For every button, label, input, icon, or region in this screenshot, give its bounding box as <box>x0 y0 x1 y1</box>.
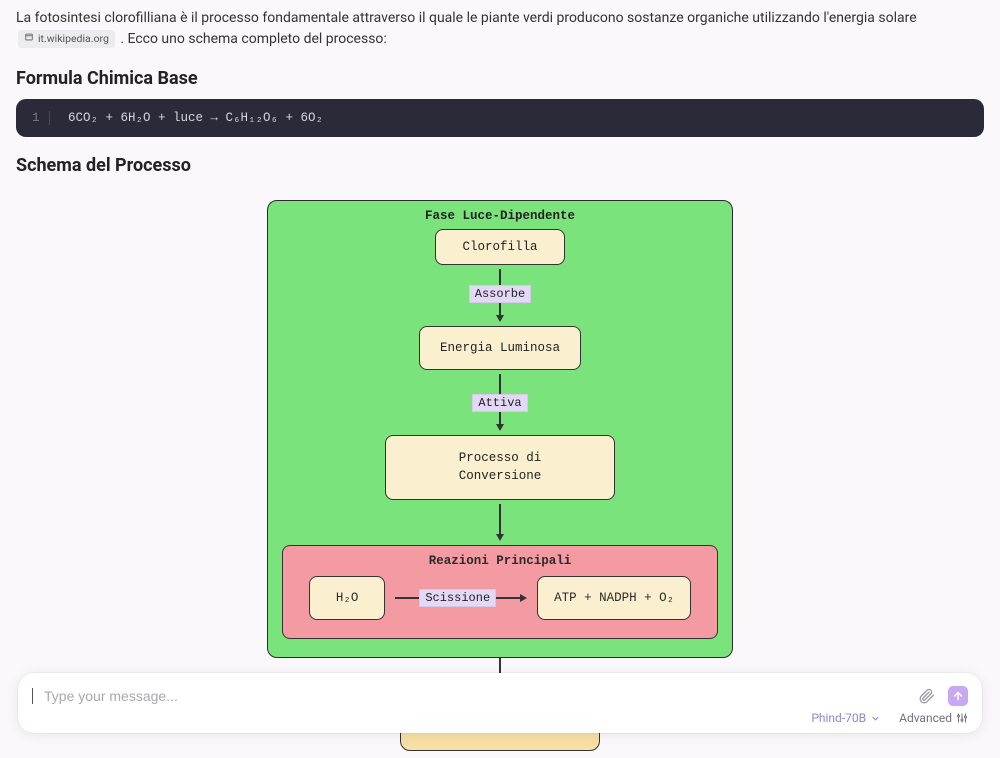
phase-light-dependent: Fase Luce-Dipendente Clorofilla Assorbe … <box>267 200 733 658</box>
edge-activates: Attiva <box>472 394 527 412</box>
arrow-up-icon <box>952 690 964 702</box>
heading-schema: Schema del Processo <box>16 155 984 176</box>
advanced-label: Advanced <box>899 711 952 725</box>
node-conversion: Processo di Conversione <box>385 435 615 500</box>
process-diagram: Fase Luce-Dipendente Clorofilla Assorbe … <box>267 200 733 751</box>
arrow-scission: Scissione <box>395 589 527 607</box>
citation-label: it.wikipedia.org <box>38 31 109 47</box>
message-input-bar: Phind-70B Advanced <box>18 673 982 733</box>
intro-text-after: . Ecco uno schema completo del processo: <box>120 31 386 47</box>
arrow-1: Assorbe <box>282 269 718 322</box>
node-atp-nadph-o2: ATP + NADPH + O₂ <box>537 576 691 620</box>
intro-paragraph: La fotosintesi clorofilliana è il proces… <box>16 8 984 50</box>
phase1-title: Fase Luce-Dipendente <box>282 209 718 223</box>
advanced-button[interactable]: Advanced <box>899 711 968 725</box>
edge-scission: Scissione <box>419 589 496 607</box>
paperclip-icon <box>919 688 935 704</box>
model-selector[interactable]: Phind-70B <box>811 711 881 725</box>
node-light-energy: Energia Luminosa <box>419 326 581 370</box>
attach-button[interactable] <box>916 685 938 707</box>
chevron-down-icon <box>870 713 881 724</box>
reactions-title: Reazioni Principali <box>307 554 693 568</box>
citation-pill[interactable]: it.wikipedia.org <box>18 30 115 48</box>
node-h2o: H₂O <box>309 576 386 620</box>
text-cursor <box>32 688 33 704</box>
code-lineno: 1 <box>32 111 50 125</box>
heading-formula: Formula Chimica Base <box>16 68 984 89</box>
model-label: Phind-70B <box>811 711 866 725</box>
arrow-3 <box>282 504 718 541</box>
node-chlorophyll: Clorofilla <box>435 229 564 265</box>
arrow-2: Attiva <box>282 374 718 431</box>
message-input[interactable] <box>44 688 906 704</box>
send-button[interactable] <box>948 686 968 706</box>
link-icon <box>24 32 34 47</box>
code-content: 6CO₂ + 6H₂O + luce → C₆H₁₂O₆ + 6O₂ <box>68 111 323 125</box>
edge-absorbs: Assorbe <box>469 285 531 303</box>
intro-text-before: La fotosintesi clorofilliana è il proces… <box>16 10 917 26</box>
sliders-icon <box>956 712 968 724</box>
code-block: 1 6CO₂ + 6H₂O + luce → C₆H₁₂O₆ + 6O₂ <box>16 99 984 137</box>
reactions-group: Reazioni Principali H₂O Scissione ATP + … <box>282 545 718 639</box>
